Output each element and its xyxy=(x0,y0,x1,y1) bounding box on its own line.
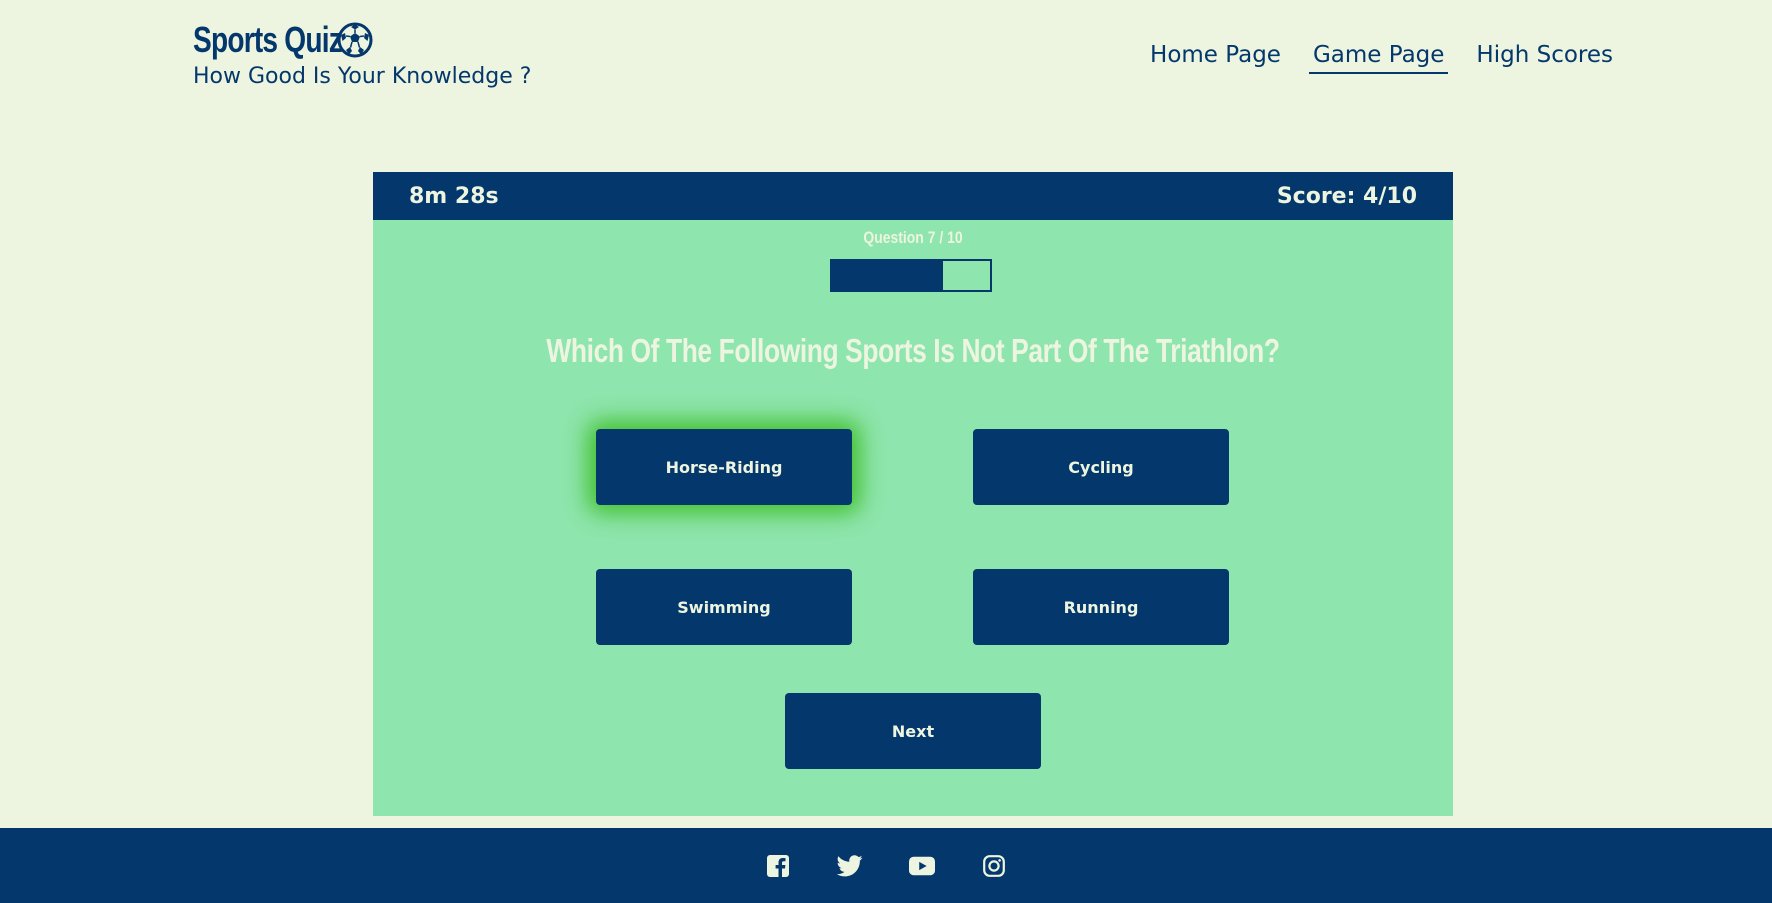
progress-bar xyxy=(830,259,992,292)
brand: Sports Quiz How Good Is Your Knowledge ? xyxy=(193,18,531,89)
facebook-icon[interactable] xyxy=(765,853,791,879)
progress-fill xyxy=(832,261,943,290)
twitter-icon[interactable] xyxy=(837,853,863,879)
answer-button-cycling[interactable]: Cycling xyxy=(973,429,1229,505)
question-text: Which Of The Following Sports Is Not Par… xyxy=(546,332,1280,369)
soccer-ball-icon xyxy=(337,22,373,58)
instagram-icon[interactable] xyxy=(981,853,1007,879)
brand-title-row: Sports Quiz xyxy=(193,18,531,62)
answer-button-running[interactable]: Running xyxy=(973,569,1229,645)
nav-high-scores[interactable]: High Scores xyxy=(1472,40,1617,74)
nav-home-page[interactable]: Home Page xyxy=(1146,40,1285,74)
next-button[interactable]: Next xyxy=(785,693,1041,769)
site-subtitle: How Good Is Your Knowledge ? xyxy=(193,64,532,89)
youtube-icon[interactable] xyxy=(909,853,935,879)
nav-game-page[interactable]: Game Page xyxy=(1308,40,1449,74)
answer-button-swimming[interactable]: Swimming xyxy=(596,569,852,645)
site-title: Sports Quiz xyxy=(193,19,343,60)
timer: 8m 28s xyxy=(409,183,499,209)
quiz-status-bar: 8m 28s Score: 4/10 xyxy=(373,172,1453,220)
footer xyxy=(0,828,1772,903)
answer-button-horse-riding[interactable]: Horse-Riding xyxy=(596,429,852,505)
main-nav: Home Page Game Page High Scores xyxy=(1122,40,1617,74)
question-counter: Question 7 / 10 xyxy=(863,228,963,247)
score: Score: 4/10 xyxy=(1276,183,1417,209)
quiz-panel: 8m 28s Score: 4/10 Question 7 / 10 Which… xyxy=(373,172,1453,816)
